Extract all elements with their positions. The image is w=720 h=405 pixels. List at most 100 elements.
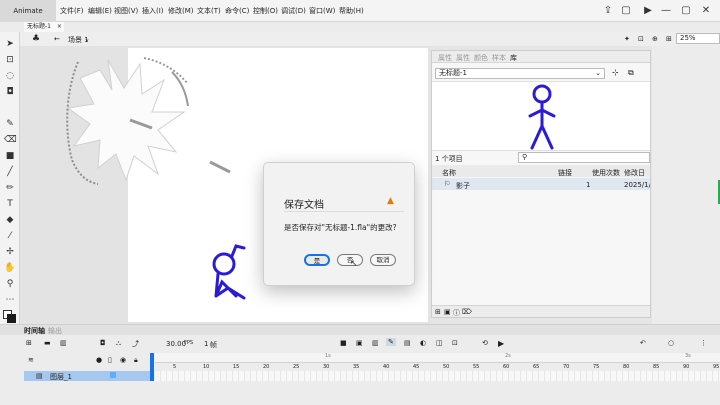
tab-color[interactable]: 颜色 — [474, 53, 488, 63]
menu-commands[interactable]: 命令(C) — [225, 0, 249, 22]
column-use-count[interactable]: 使用次数 — [592, 168, 620, 178]
new-library-icon[interactable]: ⧉ — [628, 68, 634, 78]
library-row[interactable]: ⚐ 影子 1 2025/1/16 1 — [432, 178, 650, 190]
menu-file[interactable]: 文件(F) — [60, 0, 84, 22]
eraser-icon[interactable]: ⌫ — [4, 134, 17, 146]
marker-2s: 2s — [505, 353, 511, 359]
gear-icon[interactable]: ✦ — [624, 35, 630, 43]
share-icon[interactable]: ⇪ — [602, 4, 614, 18]
edit-multiple-icon[interactable]: ◫ — [436, 339, 443, 347]
delete-icon[interactable]: ⌦ — [462, 308, 472, 316]
hand-icon[interactable]: ✋ — [4, 262, 16, 274]
frame-ruler[interactable]: 1s 2s 3s — [155, 353, 720, 363]
library-search-input[interactable]: ⚲ — [518, 152, 650, 163]
camera-icon[interactable]: ◘ — [4, 86, 16, 98]
clip-icon[interactable]: ⊡ — [638, 35, 644, 43]
new-symbol-icon[interactable]: ⊞ — [435, 308, 441, 316]
column-linkage[interactable]: 链接 — [558, 168, 572, 178]
column-name[interactable]: 名称 — [442, 168, 456, 178]
zoom-slider-knob-icon[interactable]: ○ — [668, 339, 674, 347]
rectangle-icon[interactable]: ■ — [4, 150, 16, 162]
fill-color-swatch[interactable] — [7, 314, 16, 323]
layer-frames[interactable] — [155, 371, 720, 381]
tab-output[interactable]: 输出 — [48, 326, 62, 336]
menu-debug[interactable]: 调试(D) — [281, 0, 306, 22]
zoom-icon[interactable]: ⚲ — [4, 278, 16, 290]
back-arrow-icon[interactable]: ← — [54, 35, 60, 43]
playhead[interactable] — [150, 353, 154, 381]
layer-color-swatch[interactable] — [110, 372, 116, 378]
highlight-icon[interactable]: ● — [96, 356, 102, 364]
trash-icon[interactable]: ▥ — [60, 339, 67, 347]
camera-layer-icon[interactable]: ◘ — [100, 339, 106, 347]
timeline-play-icon[interactable]: ▶ — [498, 339, 504, 348]
eyedropper-icon[interactable]: ⁄ — [4, 230, 16, 242]
pin-icon[interactable]: ⊹ — [612, 68, 619, 77]
tab-swatches[interactable]: 样本 — [492, 53, 506, 63]
outline-icon[interactable]: ▯ — [108, 356, 112, 364]
play-icon[interactable]: ▶ — [642, 4, 654, 18]
parent-view-icon[interactable]: ⛬ — [116, 339, 121, 348]
menu-text[interactable]: 文本(T) — [197, 0, 221, 22]
menu-help[interactable]: 帮助(H) — [339, 0, 364, 22]
menu-modify[interactable]: 修改(M) — [168, 0, 194, 22]
tab-properties-2[interactable]: 属性 — [456, 53, 470, 63]
dialog-message: 是否保存对"无标题-1.fla"的更改? — [284, 223, 397, 232]
selection-tool-icon[interactable]: ➤ — [4, 38, 16, 50]
center-icon[interactable]: ⊕ — [652, 35, 658, 43]
tab-library[interactable]: 库 — [510, 53, 517, 63]
eye-icon[interactable]: ◉ — [120, 356, 126, 364]
minimize-icon[interactable]: — — [660, 4, 672, 18]
free-transform-icon[interactable]: ⊡ — [4, 54, 16, 66]
menu-window[interactable]: 窗口(W) — [309, 0, 335, 22]
menu-insert[interactable]: 插入(I) — [142, 0, 164, 22]
close-tab-icon[interactable]: × — [57, 23, 62, 30]
blank-keyframe-icon[interactable]: ▣ — [356, 339, 363, 347]
pencil-icon[interactable]: ✏ — [4, 182, 16, 194]
swoosh-right — [171, 71, 189, 107]
document-tab[interactable]: 无标题-1 × — [24, 22, 64, 32]
brush-icon[interactable]: ✎ — [4, 118, 16, 130]
add-layer-icon[interactable]: ⊞ — [26, 339, 32, 347]
onion-range-icon[interactable]: ⊡ — [452, 339, 458, 347]
lock-icon[interactable]: 🔒︎ — [134, 356, 138, 365]
bone-icon[interactable]: ✢ — [4, 246, 16, 258]
undo-icon[interactable]: ↶ — [640, 339, 646, 347]
info-icon[interactable]: ⓘ — [453, 308, 460, 318]
cancel-button[interactable]: 取消 — [370, 254, 396, 266]
loop-icon[interactable]: ⟲ — [482, 339, 488, 347]
menu-edit[interactable]: 编辑(E) — [88, 0, 112, 22]
lasso-icon[interactable]: ◌ — [4, 70, 16, 82]
menu-control[interactable]: 控制(O) — [253, 0, 278, 22]
layer-header: ≋ ● ▯ ◉ 🔒︎ — [24, 355, 152, 369]
fit-icon[interactable]: ⊞ — [666, 35, 672, 43]
menu-view[interactable]: 视图(V) — [114, 0, 138, 22]
new-folder-icon[interactable]: ▣ — [444, 308, 451, 316]
maximize-icon[interactable]: ▢ — [680, 4, 692, 18]
close-icon[interactable]: ✕ — [700, 4, 712, 18]
layer-name[interactable]: 图层_1 — [50, 372, 72, 382]
movie-clip-icon: ⚐ — [444, 180, 451, 188]
onion-outline-icon[interactable]: ◐ — [420, 339, 426, 347]
zoom-select[interactable]: 25% — [676, 33, 720, 44]
yes-button[interactable]: 是 — [304, 254, 330, 266]
ease-icon[interactable]: ⤴ — [132, 339, 139, 349]
frame-number[interactable]: 1 — [204, 340, 208, 348]
insert-frame-icon[interactable]: ▥ — [372, 339, 379, 347]
layer-row[interactable]: ▤ 图层_1 — [24, 371, 150, 381]
text-tool-icon[interactable]: T — [4, 198, 16, 210]
more-tools-icon[interactable]: ⋯ — [4, 294, 16, 306]
onion-skin-icon[interactable]: ▤ — [404, 339, 411, 347]
line-icon[interactable]: ╱ — [4, 166, 16, 178]
folder-icon[interactable]: ▬ — [44, 339, 51, 347]
timeline-menu-icon[interactable]: ⋮ — [700, 339, 707, 347]
tab-properties-1[interactable]: 属性 — [438, 53, 452, 63]
speed-line-2 — [209, 160, 231, 174]
paint-bucket-icon[interactable]: ◆ — [4, 214, 16, 226]
scene-dropdown-icon[interactable]: ⌄ — [84, 35, 90, 43]
insert-keyframe-icon[interactable]: ■ — [340, 339, 347, 347]
library-document-select[interactable]: 无标题-1 ⌄ — [435, 68, 605, 79]
edit-keyframe-icon[interactable]: ✎ — [386, 338, 396, 346]
tab-timeline[interactable]: 时间轴 — [24, 326, 45, 336]
fullscreen-icon[interactable]: ▢ — [620, 4, 632, 18]
